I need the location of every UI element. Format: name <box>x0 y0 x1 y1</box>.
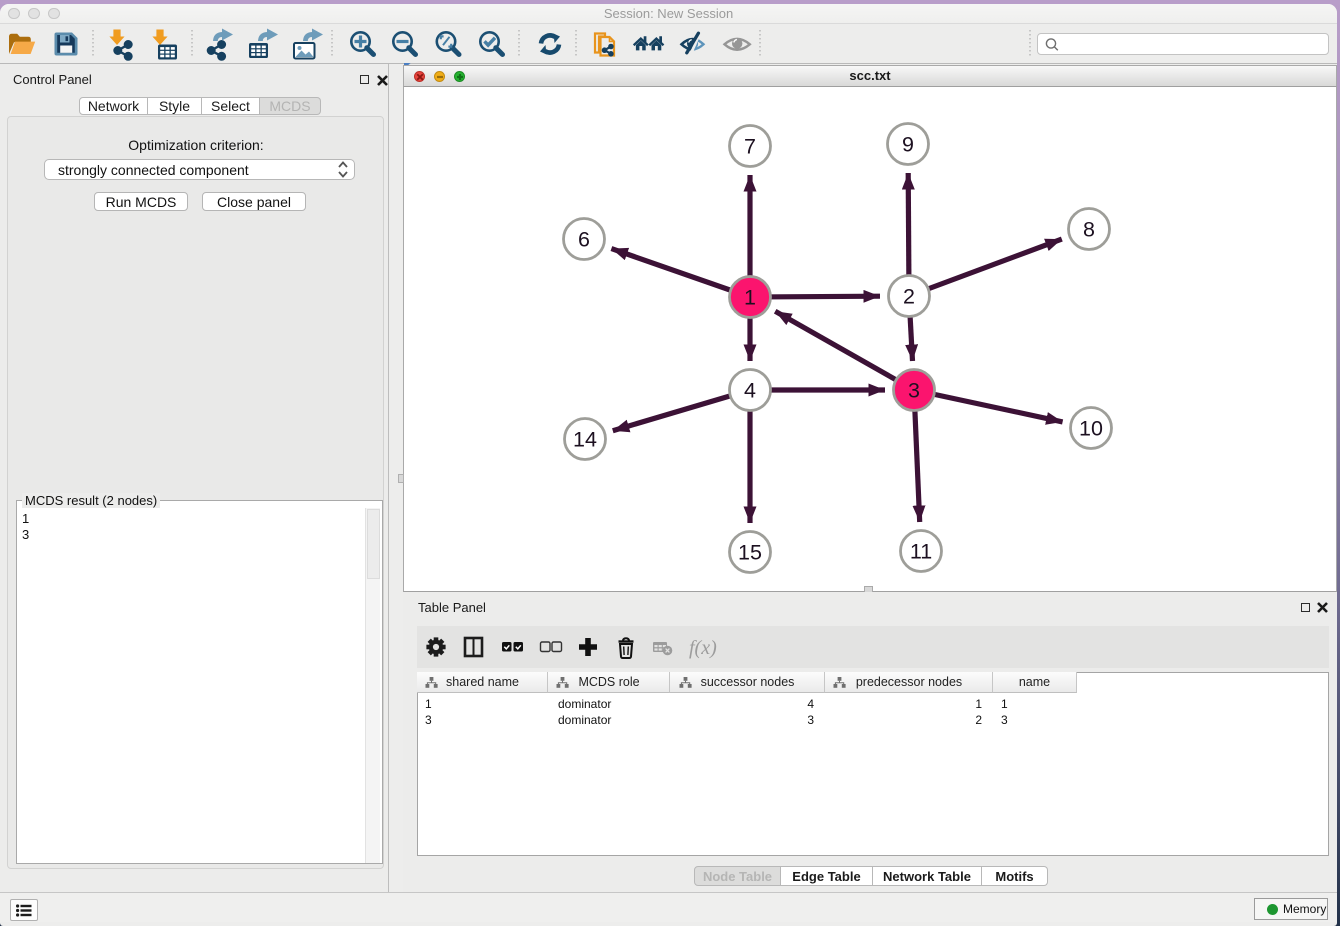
svg-text:3: 3 <box>908 379 920 403</box>
svg-text:2: 2 <box>903 285 915 309</box>
svg-text:15: 15 <box>738 541 762 565</box>
svg-text:8: 8 <box>1083 218 1095 242</box>
svg-text:4: 4 <box>744 379 756 403</box>
svg-text:f(x): f(x) <box>689 637 717 659</box>
svg-text:1: 1 <box>744 286 756 310</box>
svg-text:9: 9 <box>902 133 914 157</box>
svg-text:11: 11 <box>910 540 932 564</box>
svg-text:10: 10 <box>1079 417 1103 441</box>
svg-text:6: 6 <box>578 228 590 252</box>
svg-text:7: 7 <box>744 135 756 159</box>
svg-text:14: 14 <box>573 428 597 452</box>
